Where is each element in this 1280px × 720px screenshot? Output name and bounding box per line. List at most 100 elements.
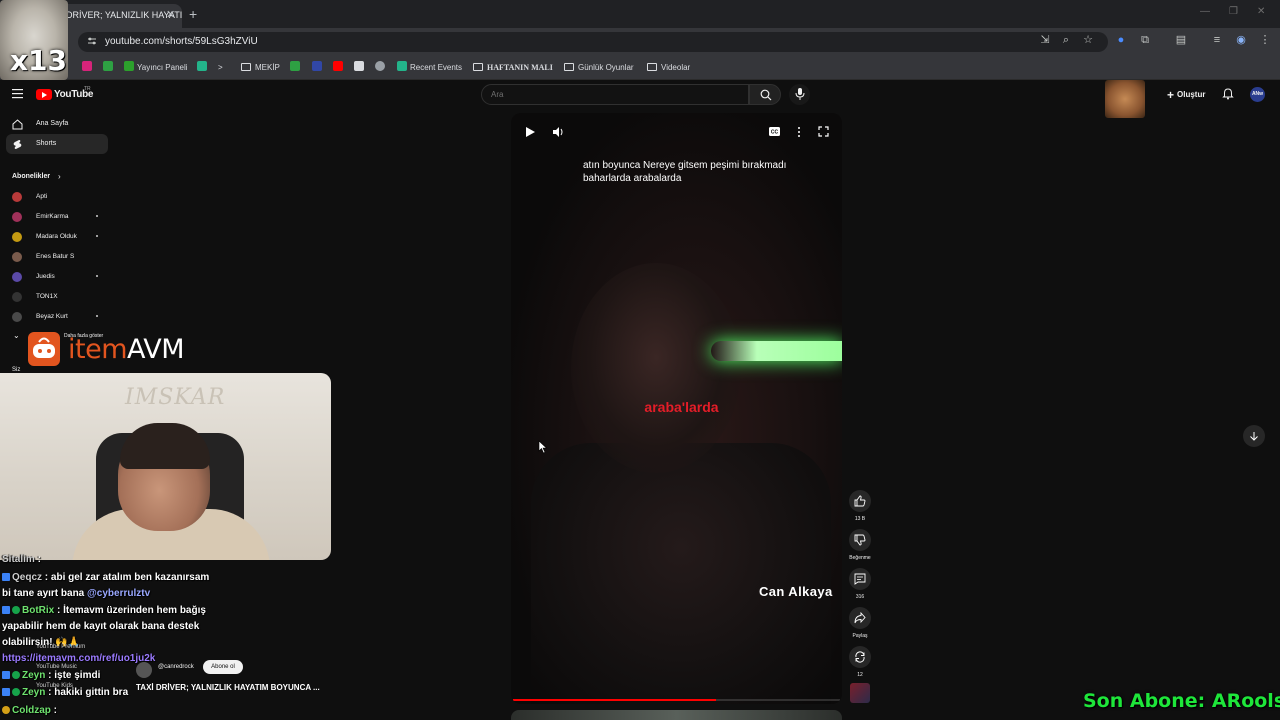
subscriptions-header[interactable]: Abonelikler › — [0, 167, 108, 187]
chat-message: BotRix : İtemavm üzerinden hem bağış — [2, 605, 206, 616]
chat-message-continued: bi tane ayırt bana @cyberrulztv — [2, 588, 151, 599]
bookmark-circle-icon[interactable] — [375, 61, 388, 75]
sub-badge-icon — [2, 706, 10, 714]
channel-avatar-icon — [12, 192, 22, 202]
plus-icon: + — [1167, 88, 1175, 102]
address-bar[interactable]: youtube.com/shorts/59LsG3hZViU — [78, 32, 1108, 52]
browser-toolbar: youtube.com/shorts/59LsG3hZViU ⇲ ⌕ ☆ ● ⧉… — [0, 28, 1280, 56]
channel-avatar[interactable] — [136, 662, 152, 678]
video-progress-bar[interactable] — [513, 699, 840, 701]
subscription-item[interactable]: Enes Batur S — [0, 248, 108, 268]
browser-tab-bar: DRİVER; YALNIZLIK HAYATIM ✕ + — ❐ ✕ — [0, 0, 1280, 28]
sound-thumbnail[interactable] — [850, 683, 870, 703]
comments-button[interactable]: 316 — [846, 568, 874, 600]
chat-message: Qeqcz : abi gel zar atalım ben kazanırsa… — [2, 572, 209, 583]
next-short-preview[interactable] — [511, 710, 842, 720]
subscription-item[interactable]: TON1X — [0, 288, 108, 308]
bot-badge-icon — [12, 606, 20, 614]
shorts-player[interactable]: atın boyunca Nereye gitsem peşimi bırakm… — [511, 113, 842, 704]
bookmarks-bar: 𝕏 Yayıncı Paneli > MEKİP Recent Events H… — [0, 56, 1280, 80]
create-button[interactable]: + Oluştur — [1167, 88, 1205, 102]
browser-menu-icon[interactable]: ⋮ — [1258, 33, 1272, 47]
notifications-bell-icon[interactable] — [1222, 88, 1234, 100]
chat-link: https://itemavm.com/ref/uo1ju2k — [2, 653, 156, 664]
folder-icon — [241, 63, 251, 71]
captions-icon[interactable]: CC — [769, 127, 780, 136]
youtube-play-icon — [36, 89, 52, 100]
folder-icon — [647, 63, 657, 71]
dislike-label: Beğenme — [849, 555, 871, 561]
bookmark-star-icon[interactable]: ☆ — [1081, 33, 1095, 47]
fullscreen-icon[interactable] — [818, 126, 829, 137]
new-tab-icon[interactable]: + — [189, 6, 197, 22]
sidebar-item-shorts[interactable]: Shorts — [6, 134, 108, 154]
subscription-item[interactable]: Juedis — [0, 268, 108, 288]
bookmark-instagram-icon[interactable] — [82, 61, 95, 75]
bookmark-gunluk-oyunlar[interactable]: Günlük Oyunlar — [564, 61, 634, 75]
subscription-item[interactable]: Beyaz Kurt — [0, 308, 108, 328]
bookmark-blue-icon[interactable] — [312, 61, 325, 75]
shorts-icon — [13, 140, 22, 149]
sub-badge-icon — [12, 688, 20, 696]
cat-overlay-label: x13 — [10, 44, 68, 77]
dislike-button[interactable]: Beğenme — [846, 529, 874, 561]
next-short-button[interactable] — [1243, 425, 1265, 447]
streamer-webcam: IMSKAR — [0, 373, 331, 560]
subscription-item[interactable]: Apti — [0, 188, 108, 208]
bookmark-recent-events[interactable]: Recent Events — [397, 61, 462, 75]
channel-avatar-icon — [12, 232, 22, 242]
hamburger-menu-icon[interactable] — [12, 88, 23, 99]
restore-icon[interactable]: ❐ — [1229, 6, 1238, 17]
sidebar-ghost-text: YouTube Kids — [36, 683, 73, 689]
media-controls-icon[interactable]: ≡ — [1210, 33, 1224, 47]
sidebar-item-home[interactable]: Ana Sayfa — [0, 114, 108, 134]
short-title[interactable]: TAXİ DRİVER; YALNIZLIK HAYATIM BOYUNCA .… — [136, 683, 320, 692]
sidebar-ghost-text: YouTube Premium — [36, 644, 86, 650]
kick-icon — [124, 61, 134, 71]
like-count: 13 B — [854, 516, 866, 522]
laughing-face-overlay — [1105, 80, 1145, 118]
bookmark-app-icon[interactable] — [197, 61, 210, 75]
subscription-item[interactable]: EmirKarma — [0, 208, 108, 228]
zoom-icon[interactable]: ⌕ — [1059, 33, 1073, 47]
browser-tab[interactable]: DRİVER; YALNIZLIK HAYATIM — [58, 4, 182, 28]
bookmark-kick2-icon[interactable] — [290, 61, 303, 75]
bookmark-mekip[interactable]: MEKİP — [241, 61, 280, 75]
install-app-icon[interactable]: ⇲ — [1038, 33, 1052, 47]
bookmark-kick-icon[interactable] — [103, 61, 116, 75]
bookmark-videolar[interactable]: Videolar — [647, 61, 690, 75]
close-window-icon[interactable]: ✕ — [1257, 6, 1265, 17]
more-options-icon[interactable] — [797, 126, 801, 138]
remix-button[interactable]: 12 — [846, 646, 874, 678]
channel-name[interactable]: @canredrock — [158, 664, 194, 670]
folder-icon — [564, 63, 574, 71]
bookmark-haftanin-mali[interactable]: HAFTANIN MALI — [473, 61, 553, 75]
extension-icon[interactable]: ● — [1114, 33, 1128, 47]
chat-badge-icon — [2, 573, 10, 581]
volume-icon[interactable] — [552, 126, 564, 138]
play-icon[interactable] — [525, 127, 535, 137]
bookmark-youtube-icon[interactable] — [333, 61, 346, 75]
voice-search-button[interactable] — [789, 84, 810, 105]
extensions-puzzle-icon[interactable]: ⧉ — [1138, 33, 1152, 47]
subscription-item[interactable]: Madara Olduk — [0, 228, 108, 248]
search-button[interactable] — [749, 84, 781, 105]
comment-count: 316 — [855, 594, 865, 600]
side-panel-icon[interactable]: ▤ — [1174, 33, 1188, 47]
bookmark-image-icon[interactable] — [354, 61, 367, 75]
like-button[interactable]: 13 B — [846, 490, 874, 522]
site-info-icon[interactable] — [87, 36, 97, 46]
video-artist-text: Can Alkaya — [759, 584, 833, 599]
share-button[interactable]: Paylaş — [846, 607, 874, 639]
search-input[interactable]: Ara — [481, 84, 749, 105]
profile-icon[interactable]: ◉ — [1234, 33, 1248, 47]
bookmark-terminal-icon[interactable]: > — [218, 61, 223, 75]
new-content-dot — [96, 275, 98, 277]
svg-text:CC: CC — [771, 130, 779, 136]
account-avatar[interactable]: ANw — [1250, 87, 1265, 102]
tab-close-icon[interactable]: ✕ — [166, 8, 175, 21]
recent-events-icon — [397, 61, 407, 71]
subscribe-button[interactable]: Abone ol — [203, 660, 243, 674]
bookmark-yayinci-paneli[interactable]: Yayıncı Paneli — [124, 61, 188, 75]
minimize-icon[interactable]: — — [1200, 6, 1210, 17]
